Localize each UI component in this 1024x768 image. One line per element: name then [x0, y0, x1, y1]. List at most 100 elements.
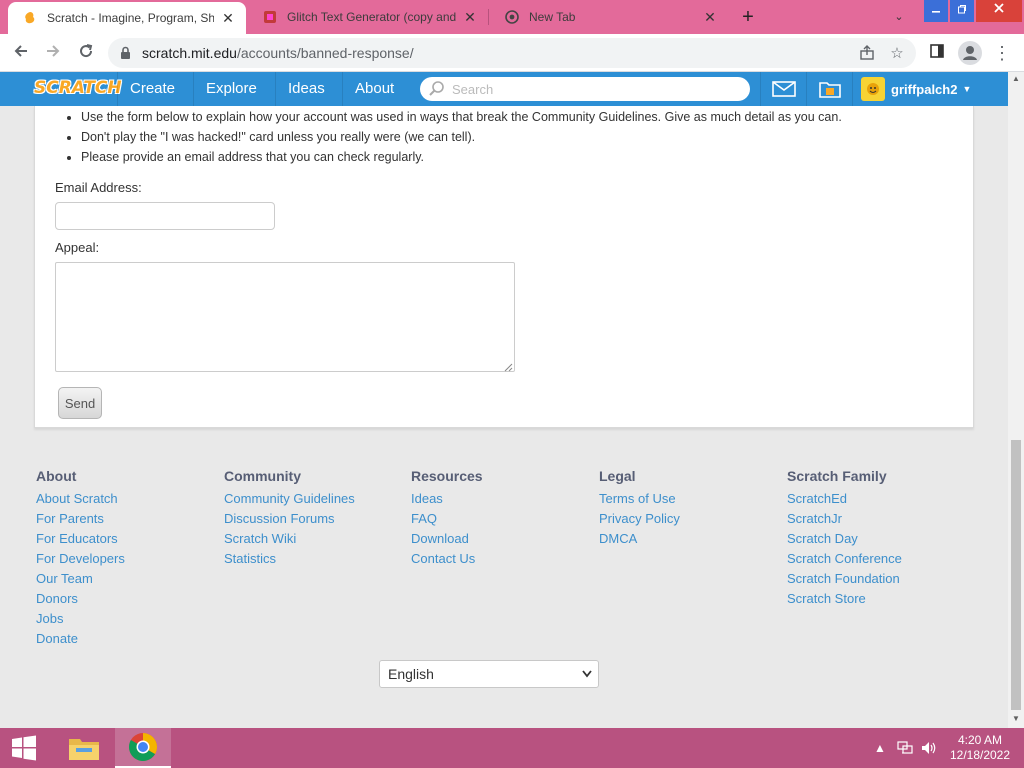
footer-link[interactable]: Scratch Day — [787, 530, 957, 550]
footer-legal: Legal Terms of Use Privacy Policy DMCA — [599, 468, 769, 550]
close-tab-icon[interactable]: ✕ — [220, 10, 236, 27]
instructions-list: Use the form below to explain how your a… — [81, 108, 842, 168]
footer-heading: Community — [224, 468, 301, 484]
tab-new-tab[interactable]: New Tab ✕ — [490, 0, 728, 34]
send-button[interactable]: Send — [58, 387, 102, 419]
footer-link[interactable]: Terms of Use — [599, 490, 769, 510]
footer-link[interactable]: Scratch Conference — [787, 550, 957, 570]
chrome-menu-icon[interactable]: ⋮ — [990, 41, 1014, 65]
nav-explore[interactable]: Explore — [193, 72, 269, 106]
tab-scratch[interactable]: Scratch - Imagine, Program, Shar ✕ — [8, 2, 246, 34]
taskbar-clock[interactable]: 4:20 AM 12/18/2022 — [944, 733, 1016, 763]
language-value: English — [388, 666, 434, 682]
tab-search-chevron-icon[interactable]: ⌄ — [884, 0, 914, 34]
volume-icon[interactable] — [920, 728, 938, 768]
bookmark-star-icon[interactable]: ☆ — [888, 45, 906, 63]
footer-link[interactable]: For Educators — [36, 530, 206, 550]
glitch-favicon-icon — [262, 9, 278, 25]
network-icon[interactable] — [896, 728, 914, 768]
nav-create[interactable]: Create — [117, 72, 187, 106]
messages-icon[interactable] — [760, 72, 806, 106]
appeal-textarea[interactable] — [55, 262, 515, 372]
avatar — [861, 77, 885, 101]
footer-resources: Resources Ideas FAQ Download Contact Us — [411, 468, 581, 570]
resize-grip-icon[interactable] — [503, 360, 513, 375]
list-item: Use the form below to explain how your a… — [81, 108, 842, 128]
footer-link[interactable]: Download — [411, 530, 581, 550]
tab-glitch-text[interactable]: Glitch Text Generator (copy and ✕ — [248, 0, 488, 34]
footer-link[interactable]: DMCA — [599, 530, 769, 550]
footer-link[interactable]: Our Team — [36, 570, 206, 590]
clock-date: 12/18/2022 — [949, 748, 1011, 762]
email-field[interactable] — [55, 202, 275, 230]
footer-link[interactable]: ScratchJr — [787, 510, 957, 530]
chrome-taskbar-icon[interactable] — [115, 728, 171, 768]
footer-link[interactable]: Scratch Store — [787, 590, 957, 610]
page-content: Use the form below to explain how your a… — [0, 106, 1008, 728]
scratch-favicon-icon — [22, 10, 38, 26]
nav-about[interactable]: About — [342, 72, 406, 106]
footer-link[interactable]: For Parents — [36, 510, 206, 530]
scroll-down-icon[interactable]: ▼ — [1012, 714, 1020, 723]
footer-heading: Resources — [411, 468, 483, 484]
nav-ideas[interactable]: Ideas — [275, 72, 337, 106]
search-box[interactable] — [420, 77, 750, 101]
minimize-window-button[interactable] — [924, 0, 948, 22]
footer-link[interactable]: Scratch Wiki — [224, 530, 394, 550]
footer-link[interactable]: Discussion Forums — [224, 510, 394, 530]
close-tab-icon[interactable]: ✕ — [462, 9, 478, 26]
windows-start-icon[interactable] — [0, 728, 48, 768]
footer-link[interactable]: Contact Us — [411, 550, 581, 570]
footer-link[interactable]: Donors — [36, 590, 206, 610]
footer-link[interactable]: FAQ — [411, 510, 581, 530]
file-explorer-icon[interactable] — [56, 728, 112, 768]
scroll-up-icon[interactable]: ▲ — [1012, 74, 1020, 83]
username: griffpalch2 — [891, 81, 958, 97]
new-tab-button[interactable]: + — [736, 5, 760, 29]
lock-icon[interactable] — [120, 46, 131, 63]
close-window-button[interactable] — [976, 0, 1022, 22]
search-icon — [428, 80, 446, 101]
footer-link[interactable]: About Scratch — [36, 490, 206, 510]
clock-time: 4:20 AM — [957, 733, 1003, 747]
footer-link[interactable]: Community Guidelines — [224, 490, 394, 510]
footer-link[interactable]: ScratchEd — [787, 490, 957, 510]
scratch-navbar: SCRATCH Create Explore Ideas About griff… — [0, 72, 1008, 106]
restore-window-button[interactable] — [950, 0, 974, 22]
url-text: scratch.mit.edu/accounts/banned-response… — [142, 45, 414, 61]
chevron-down-icon: ▼ — [962, 84, 972, 94]
close-tab-icon[interactable]: ✕ — [702, 9, 718, 26]
language-select[interactable]: English — [379, 660, 599, 688]
footer-link[interactable]: Jobs — [36, 610, 206, 630]
footer-about: About About Scratch For Parents For Educ… — [36, 468, 206, 650]
my-stuff-folder-icon[interactable] — [806, 72, 852, 106]
url-path: /accounts/banned-response/ — [236, 45, 414, 61]
tab-divider — [488, 9, 489, 25]
footer-link[interactable]: Statistics — [224, 550, 394, 570]
vertical-scrollbar[interactable]: ▲ ▼ — [1008, 72, 1024, 728]
show-hidden-icons-icon[interactable]: ▲ — [874, 728, 886, 768]
profile-avatar-icon[interactable] — [958, 41, 982, 65]
side-panel-icon[interactable] — [925, 41, 949, 65]
scrollbar-thumb[interactable] — [1011, 440, 1021, 710]
footer-link[interactable]: Donate — [36, 630, 206, 650]
footer-link[interactable]: For Developers — [36, 550, 206, 570]
tab-title: Scratch - Imagine, Program, Shar — [47, 11, 214, 25]
footer-link[interactable]: Scratch Foundation — [787, 570, 957, 590]
tab-title: New Tab — [529, 10, 576, 24]
address-bar[interactable]: scratch.mit.edu/accounts/banned-response… — [108, 38, 916, 68]
reload-icon[interactable] — [74, 41, 98, 65]
scratch-logo[interactable]: SCRATCH — [34, 78, 122, 100]
footer-link[interactable]: Ideas — [411, 490, 581, 510]
url-host: scratch.mit.edu — [142, 45, 237, 61]
forward-arrow-icon[interactable] — [41, 41, 65, 65]
tab-title: Glitch Text Generator (copy and — [287, 10, 456, 24]
search-input[interactable] — [452, 80, 732, 98]
footer-scratch-family: Scratch Family ScratchEd ScratchJr Scrat… — [787, 468, 957, 610]
share-icon[interactable] — [858, 45, 876, 63]
footer-link[interactable]: Privacy Policy — [599, 510, 769, 530]
browser-toolbar: scratch.mit.edu/accounts/banned-response… — [0, 34, 1024, 72]
list-item: Don't play the "I was hacked!" card unle… — [81, 128, 842, 148]
back-arrow-icon[interactable] — [9, 41, 33, 65]
user-menu[interactable]: griffpalch2 ▼ — [852, 72, 976, 106]
